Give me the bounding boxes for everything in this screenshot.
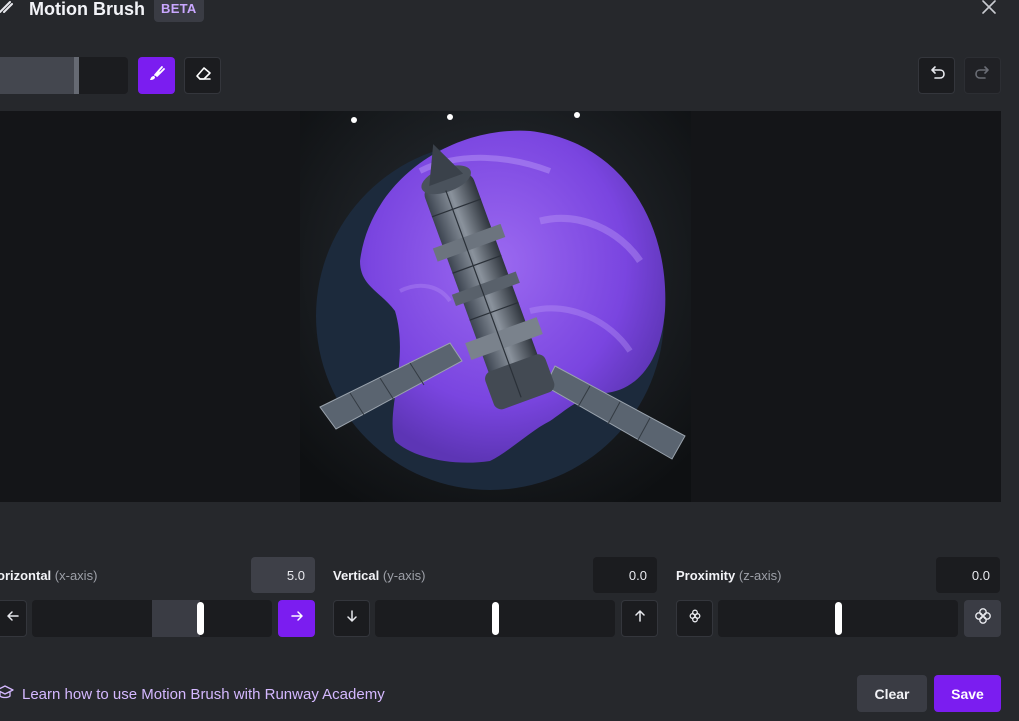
brush-size-slider[interactable] [0,57,128,94]
brush-icon [0,0,16,20]
flower-small-icon [687,608,703,629]
proximity-value-input[interactable]: 0.0 [936,557,1000,593]
vertical-up-button[interactable] [621,600,658,637]
vertical-slider-thumb[interactable] [492,602,499,635]
horizontal-right-button[interactable] [278,600,315,637]
eraser-tool-button[interactable] [184,57,221,94]
horizontal-slider[interactable] [32,600,272,637]
redo-button[interactable] [964,57,1001,94]
proximity-label-text: Proximity [676,568,736,583]
brush-size-fill [0,57,79,94]
arrow-left-icon [5,608,21,629]
brush-tool-button[interactable] [138,57,175,94]
proximity-far-button[interactable] [964,600,1001,637]
undo-button[interactable] [918,57,955,94]
clear-button[interactable]: Clear [857,675,927,712]
graduation-cap-icon [0,684,14,704]
horizontal-label-sub: (x-axis) [54,568,98,583]
flower-large-icon [974,607,992,630]
proximity-slider-thumb[interactable] [835,602,842,635]
beta-badge: BETA [154,0,204,22]
page-title: Motion Brush [29,0,145,19]
vertical-slider[interactable] [375,600,615,637]
brush-icon [147,63,167,88]
save-button[interactable]: Save [934,675,1001,712]
vertical-value-input[interactable]: 0.0 [593,557,657,593]
vertical-label-text: Vertical [333,568,380,583]
brush-size-thumb[interactable] [74,57,79,94]
proximity-axis-label: Proximity (z-axis) [676,568,781,583]
eraser-icon [193,63,213,88]
horizontal-slider-fill [152,600,200,637]
close-icon [981,0,997,20]
proximity-slider[interactable] [718,600,958,637]
runway-academy-link[interactable]: Learn how to use Motion Brush with Runwa… [0,684,385,704]
space-station-image[interactable] [300,111,691,502]
horizontal-left-button[interactable] [0,600,27,637]
horizontal-label-text: orizontal [0,568,52,583]
arrow-down-icon [344,608,360,629]
undo-icon [927,63,947,88]
redo-icon [973,63,993,88]
arrow-up-icon [632,608,648,629]
horizontal-slider-thumb[interactable] [197,602,204,635]
vertical-down-button[interactable] [333,600,370,637]
vertical-label-sub: (y-axis) [382,568,426,583]
horizontal-value-input[interactable]: 5.0 [251,557,315,593]
close-button[interactable] [978,0,1000,18]
arrow-right-icon [289,608,305,629]
proximity-near-button[interactable] [676,600,713,637]
vertical-axis-label: Vertical (y-axis) [333,568,426,583]
runway-academy-link-text: Learn how to use Motion Brush with Runwa… [22,685,385,703]
horizontal-axis-label: orizontal (x-axis) [0,568,97,583]
proximity-label-sub: (z-axis) [738,568,782,583]
